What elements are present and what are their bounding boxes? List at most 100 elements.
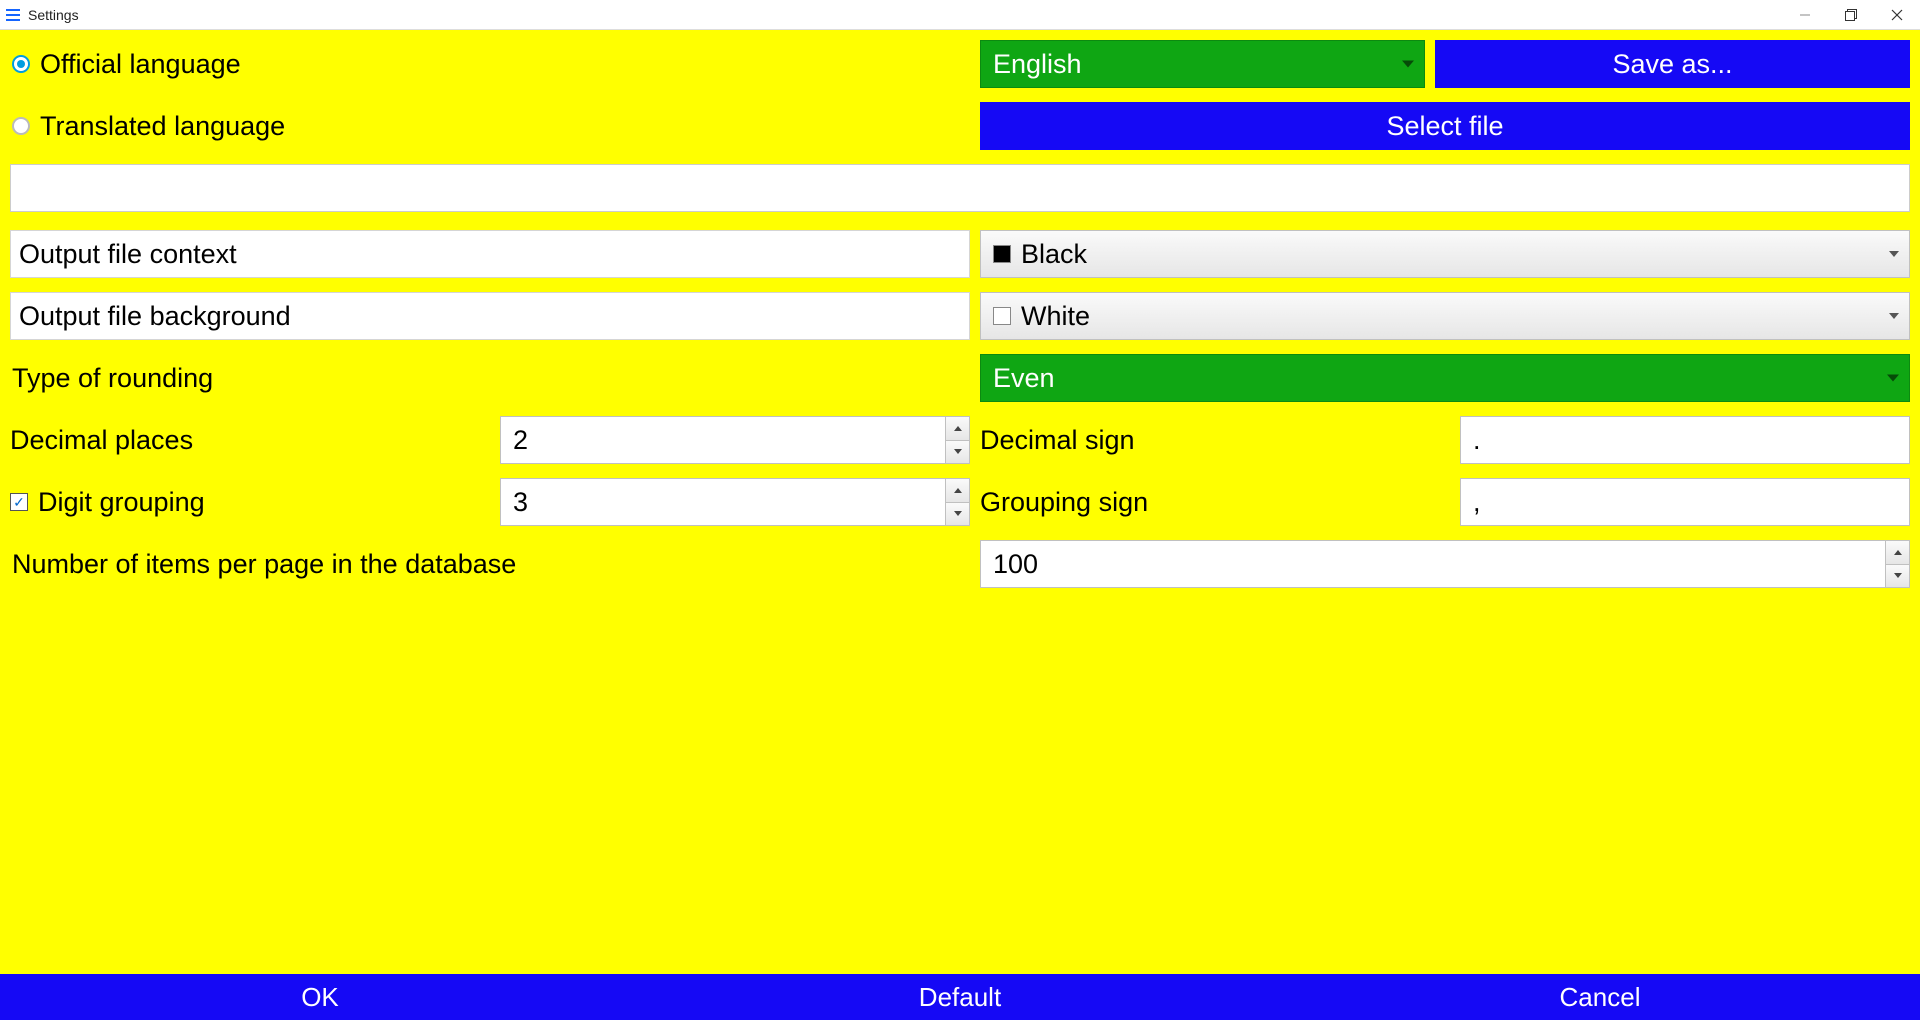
digit-grouping-checkbox[interactable]: ✓ [10, 493, 28, 511]
window-title: Settings [28, 7, 79, 23]
items-per-page-spinner-buttons [1885, 541, 1909, 587]
output-background-dropdown[interactable]: White [980, 292, 1910, 340]
grouping-sign-value: , [1473, 487, 1481, 518]
language-dropdown[interactable]: English [980, 40, 1425, 88]
items-per-page-label: Number of items per page in the database [12, 549, 516, 580]
close-button[interactable] [1874, 0, 1920, 30]
decimal-places-label: Decimal places [10, 425, 193, 456]
output-context-label: Output file context [19, 239, 237, 270]
output-background-value: White [1021, 301, 1090, 332]
output-context-label-cell: Output file context [10, 230, 970, 278]
row-output-context: Output file context Black [10, 230, 1910, 278]
items-per-page-down[interactable] [1886, 565, 1909, 588]
translated-language-controls: Select file [980, 102, 1910, 150]
rounding-label-cell: Type of rounding [10, 354, 970, 402]
chevron-down-icon [1887, 375, 1899, 382]
output-background-label: Output file background [19, 301, 291, 332]
decimal-sign-control: . [1460, 416, 1910, 464]
settings-panel: Official language English Save as... Tra… [0, 30, 1920, 974]
triangle-down-icon [1894, 573, 1902, 578]
output-context-swatch [993, 245, 1011, 263]
app-icon [4, 6, 22, 24]
official-language-label-cell: Official language [10, 40, 970, 88]
output-context-dropdown[interactable]: Black [980, 230, 1910, 278]
ok-button[interactable]: OK [0, 974, 640, 1020]
window-controls [1782, 0, 1920, 30]
maximize-button[interactable] [1828, 0, 1874, 30]
save-as-button[interactable]: Save as... [1435, 40, 1910, 88]
digit-grouping-control: 3 [500, 478, 970, 526]
ok-label: OK [301, 982, 339, 1013]
cancel-label: Cancel [1560, 982, 1641, 1013]
grouping-sign-label: Grouping sign [980, 487, 1148, 518]
digit-grouping-spinner-buttons [945, 479, 969, 525]
digit-grouping-down[interactable] [946, 503, 969, 526]
footer: OK Default Cancel [0, 974, 1920, 1020]
row-decimal: Decimal places 2 Decimal sign . [10, 416, 1910, 464]
items-per-page-value: 100 [981, 541, 1885, 587]
language-file-path-input[interactable] [10, 164, 1910, 212]
grouping-sign-input[interactable]: , [1460, 478, 1910, 526]
digit-grouping-label-cell: ✓ Digit grouping [10, 478, 490, 526]
triangle-down-icon [954, 449, 962, 454]
cancel-button[interactable]: Cancel [1280, 974, 1920, 1020]
decimal-places-value: 2 [501, 417, 945, 463]
chevron-down-icon [1889, 313, 1899, 319]
triangle-up-icon [1894, 550, 1902, 555]
rounding-label: Type of rounding [12, 363, 213, 394]
decimal-places-control: 2 [500, 416, 970, 464]
translated-language-label-cell: Translated language [10, 102, 970, 150]
decimal-sign-label: Decimal sign [980, 425, 1135, 456]
row-official-language: Official language English Save as... [10, 40, 1910, 88]
digit-grouping-spinner[interactable]: 3 [500, 478, 970, 526]
items-per-page-spinner[interactable]: 100 [980, 540, 1910, 588]
triangle-down-icon [954, 511, 962, 516]
output-background-label-cell: Output file background [10, 292, 970, 340]
row-rounding: Type of rounding Even [10, 354, 1910, 402]
rounding-controls: Even [980, 354, 1910, 402]
items-per-page-controls: 100 [980, 540, 1910, 588]
rounding-dropdown[interactable]: Even [980, 354, 1910, 402]
decimal-sign-label-cell: Decimal sign [980, 416, 1450, 464]
decimal-places-label-cell: Decimal places [10, 416, 490, 464]
items-per-page-label-cell: Number of items per page in the database [10, 540, 970, 588]
language-dropdown-value: English [993, 49, 1082, 80]
decimal-places-up[interactable] [946, 417, 969, 441]
triangle-up-icon [954, 488, 962, 493]
decimal-places-spinner[interactable]: 2 [500, 416, 970, 464]
translated-language-radio[interactable] [12, 117, 30, 135]
digit-grouping-up[interactable] [946, 479, 969, 503]
official-language-radio[interactable] [12, 55, 30, 73]
row-items-per-page: Number of items per page in the database… [10, 540, 1910, 588]
translated-language-label: Translated language [40, 111, 285, 142]
rounding-value: Even [993, 363, 1055, 394]
save-as-label: Save as... [1612, 49, 1732, 80]
titlebar: Settings [0, 0, 1920, 30]
default-button[interactable]: Default [640, 974, 1280, 1020]
chevron-down-icon [1889, 251, 1899, 257]
decimal-sign-value: . [1473, 425, 1481, 456]
default-label: Default [919, 982, 1001, 1013]
select-file-button[interactable]: Select file [980, 102, 1910, 150]
output-context-value: Black [1021, 239, 1087, 270]
output-background-controls: White [980, 292, 1910, 340]
row-output-background: Output file background White [10, 292, 1910, 340]
grouping-sign-control: , [1460, 478, 1910, 526]
row-translated-language: Translated language Select file [10, 102, 1910, 150]
decimal-places-down[interactable] [946, 441, 969, 464]
minimize-button[interactable] [1782, 0, 1828, 30]
decimal-places-spinner-buttons [945, 417, 969, 463]
output-background-swatch [993, 307, 1011, 325]
decimal-sign-input[interactable]: . [1460, 416, 1910, 464]
chevron-down-icon [1402, 61, 1414, 68]
official-language-label: Official language [40, 49, 241, 80]
grouping-sign-label-cell: Grouping sign [980, 478, 1450, 526]
row-grouping: ✓ Digit grouping 3 Grouping sign , [10, 478, 1910, 526]
digit-grouping-label: Digit grouping [38, 487, 205, 518]
select-file-label: Select file [1386, 111, 1503, 142]
official-language-controls: English Save as... [980, 40, 1910, 88]
output-context-controls: Black [980, 230, 1910, 278]
triangle-up-icon [954, 426, 962, 431]
items-per-page-up[interactable] [1886, 541, 1909, 565]
digit-grouping-value: 3 [501, 479, 945, 525]
